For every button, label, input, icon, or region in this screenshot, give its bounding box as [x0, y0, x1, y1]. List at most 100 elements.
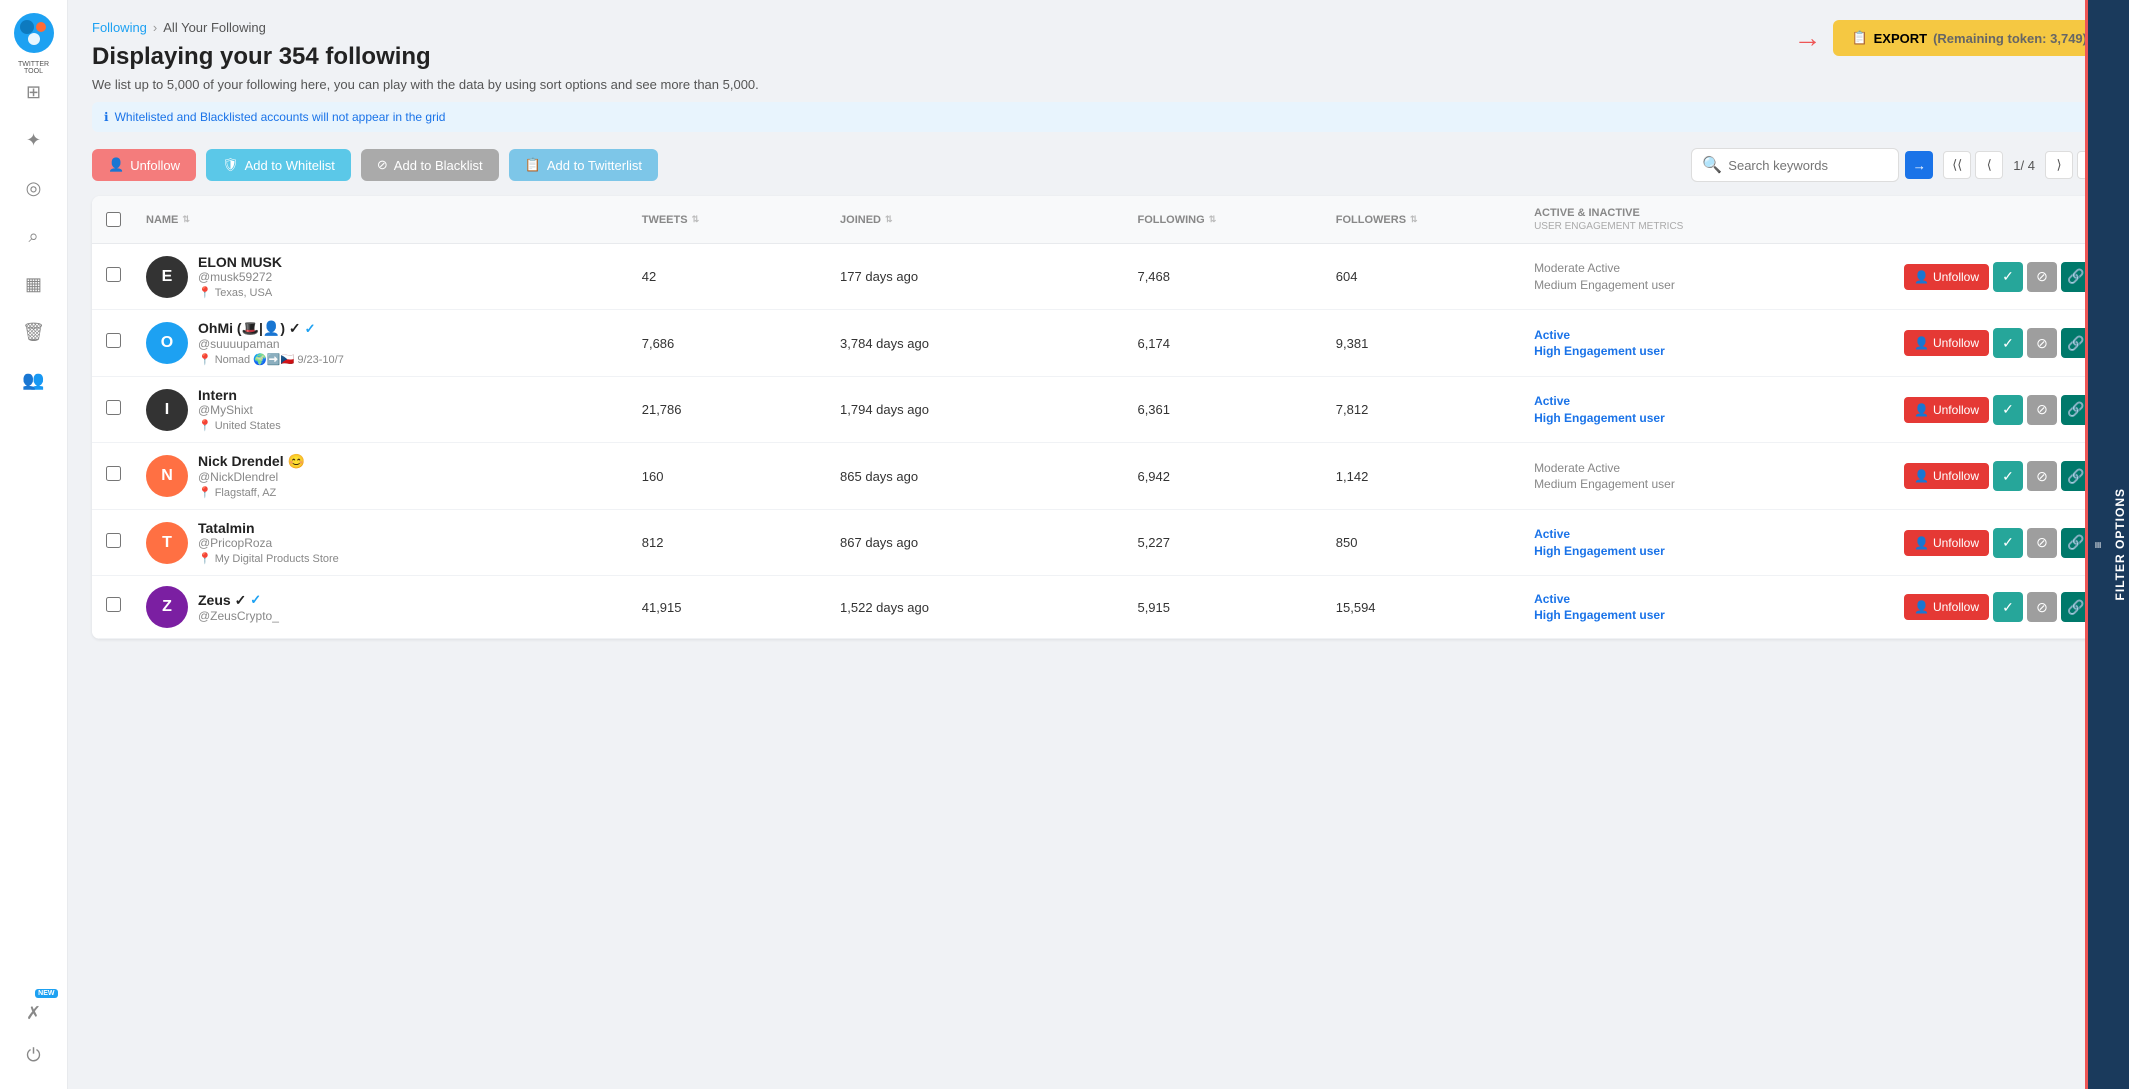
export-area: → 📋 EXPORT (Remaining token: 3,749) — [1793, 20, 2105, 56]
row-unfollow-button[interactable]: 👤 Unfollow — [1904, 463, 1989, 489]
sidebar-item-trash[interactable]: 🗑 — [14, 312, 54, 352]
user-details: Nick Drendel 😊 @NickDlendrel 📍Flagstaff,… — [198, 453, 305, 499]
sort-followers-icon[interactable]: ⇅ — [1410, 214, 1418, 225]
followers-count: 7,812 — [1336, 402, 1534, 417]
row-blacklist-button[interactable]: ⊘ — [2027, 592, 2057, 622]
sort-following-icon[interactable]: ⇅ — [1209, 214, 1217, 225]
unfollow-person-icon: 👤 — [1914, 403, 1929, 417]
sort-name-icon[interactable]: ⇅ — [182, 214, 190, 225]
page-prev-button[interactable]: ⟨ — [1975, 151, 2003, 179]
user-name: Nick Drendel 😊 — [198, 453, 305, 470]
add-whitelist-button[interactable]: 🛡 Add to Whitelist — [206, 149, 351, 181]
user-location: 📍Texas, USA — [198, 286, 282, 299]
followers-count: 604 — [1336, 269, 1534, 284]
engagement-label: Active High Engagement user — [1534, 327, 1891, 361]
row-whitelist-button[interactable]: ✓ — [1993, 328, 2023, 358]
sidebar-item-network[interactable]: ✦ — [14, 120, 54, 160]
table-row: N Nick Drendel 😊 @NickDlendrel 📍Flagstaf… — [92, 443, 2105, 510]
row-whitelist-button[interactable]: ✓ — [1993, 592, 2023, 622]
user-location: 📍Nomad 🌍➡️🇨🇿 9/23-10/7 — [198, 353, 344, 366]
sidebar-item-dashboard[interactable]: ⊞ — [14, 72, 54, 112]
app-logo: TWITTER TOOL — [13, 12, 55, 54]
row-whitelist-button[interactable]: ✓ — [1993, 395, 2023, 425]
tweet-count: 41,915 — [642, 600, 840, 615]
user-name: ELON MUSK — [198, 254, 282, 270]
followers-count: 1,142 — [1336, 469, 1534, 484]
verified-icon: ✓ — [250, 592, 261, 608]
joined-date: 867 days ago — [840, 535, 1137, 550]
sidebar-item-power[interactable]: ⏻ — [14, 1035, 54, 1075]
row-whitelist-button[interactable]: ✓ — [1993, 528, 2023, 558]
search-input[interactable] — [1728, 158, 1888, 173]
row-checkbox — [106, 597, 146, 617]
page-next-button[interactable]: ⟩ — [2045, 151, 2073, 179]
th-checkbox — [106, 212, 146, 227]
pin-icon: 📍 — [198, 486, 212, 499]
row-whitelist-button[interactable]: ✓ — [1993, 461, 2023, 491]
add-blacklist-button[interactable]: ⊘ Add to Blacklist — [361, 149, 499, 181]
filter-panel[interactable]: ≡ FILTER OPTIONS — [2085, 0, 2129, 1089]
new-badge: NEW — [35, 989, 57, 998]
row-unfollow-button[interactable]: 👤 Unfollow — [1904, 397, 1989, 423]
row-select-checkbox[interactable] — [106, 333, 121, 348]
row-select-checkbox[interactable] — [106, 533, 121, 548]
row-blacklist-button[interactable]: ⊘ — [2027, 395, 2057, 425]
engagement-type: High Engagement user — [1534, 544, 1665, 558]
export-button[interactable]: 📋 EXPORT (Remaining token: 3,749) — [1833, 20, 2105, 56]
row-select-checkbox[interactable] — [106, 597, 121, 612]
user-name: OhMi (🎩|👤) ✓✓ — [198, 320, 344, 337]
user-info: Z Zeus ✓✓ @ZeusCrypto_ — [146, 586, 642, 628]
engagement-type: High Engagement user — [1534, 344, 1665, 358]
page-first-button[interactable]: ⟨⟨ — [1943, 151, 1971, 179]
breadcrumb-parent[interactable]: Following — [92, 20, 147, 35]
user-info: E ELON MUSK @musk59272 📍Texas, USA — [146, 254, 642, 299]
row-unfollow-button[interactable]: 👤 Unfollow — [1904, 594, 1989, 620]
row-actions: 👤 Unfollow ✓ ⊘ 🔗 — [1891, 461, 2091, 491]
select-all-checkbox[interactable] — [106, 212, 121, 227]
main-content: Following › All Your Following Displayin… — [68, 0, 2129, 1089]
sidebar-item-chart[interactable]: ▦ — [14, 264, 54, 304]
joined-date: 865 days ago — [840, 469, 1137, 484]
row-unfollow-button[interactable]: 👤 Unfollow — [1904, 530, 1989, 556]
unfollow-button[interactable]: 👤 Unfollow — [92, 149, 196, 181]
user-handle: @suuuupaman — [198, 337, 344, 351]
user-details: Zeus ✓✓ @ZeusCrypto_ — [198, 592, 279, 623]
sidebar-item-users[interactable]: 👥 — [14, 360, 54, 400]
unfollow-person-icon: 👤 — [1914, 270, 1929, 284]
unfollow-person-icon: 👤 — [1914, 469, 1929, 483]
row-blacklist-button[interactable]: ⊘ — [2027, 262, 2057, 292]
sort-tweets-icon[interactable]: ⇅ — [692, 214, 700, 225]
row-select-checkbox[interactable] — [106, 400, 121, 415]
row-select-checkbox[interactable] — [106, 267, 121, 282]
user-info: O OhMi (🎩|👤) ✓✓ @suuuupaman 📍Nomad 🌍➡️🇨🇿… — [146, 320, 642, 366]
sidebar-item-search[interactable]: ⌕ — [14, 216, 54, 256]
sidebar-item-target[interactable]: ◎ — [14, 168, 54, 208]
info-icon: ℹ — [104, 110, 109, 124]
pin-icon: 📍 — [198, 286, 212, 299]
row-unfollow-button[interactable]: 👤 Unfollow — [1904, 264, 1989, 290]
user-name: Zeus ✓✓ — [198, 592, 279, 609]
table-row: I Intern @MyShixt 📍United States 21,786 … — [92, 377, 2105, 443]
search-go-button[interactable]: → — [1905, 151, 1933, 179]
breadcrumb: Following › All Your Following — [92, 20, 431, 35]
add-twitterlist-button[interactable]: 📋 Add to Twitterlist — [509, 149, 658, 181]
row-blacklist-button[interactable]: ⊘ — [2027, 461, 2057, 491]
info-message: Whitelisted and Blacklisted accounts wil… — [115, 110, 446, 124]
row-blacklist-button[interactable]: ⊘ — [2027, 528, 2057, 558]
toolbar: 👤 Unfollow 🛡 Add to Whitelist ⊘ Add to B… — [92, 148, 2105, 182]
following-count: 7,468 — [1137, 269, 1335, 284]
user-name: Intern — [198, 387, 281, 403]
joined-date: 1,522 days ago — [840, 600, 1137, 615]
sort-joined-icon[interactable]: ⇅ — [885, 214, 893, 225]
following-count: 5,227 — [1137, 535, 1335, 550]
sidebar-item-x[interactable]: ✗ NEW — [14, 993, 54, 1033]
user-info: N Nick Drendel 😊 @NickDlendrel 📍Flagstaf… — [146, 453, 642, 499]
th-followers: FOLLOWERS ⇅ — [1336, 214, 1534, 226]
engagement-label: Moderate Active Medium Engagement user — [1534, 260, 1891, 294]
row-blacklist-button[interactable]: ⊘ — [2027, 328, 2057, 358]
row-select-checkbox[interactable] — [106, 466, 121, 481]
tweet-count: 7,686 — [642, 336, 840, 351]
row-unfollow-button[interactable]: 👤 Unfollow — [1904, 330, 1989, 356]
subtitle: We list up to 5,000 of your following he… — [92, 77, 2105, 92]
row-whitelist-button[interactable]: ✓ — [1993, 262, 2023, 292]
